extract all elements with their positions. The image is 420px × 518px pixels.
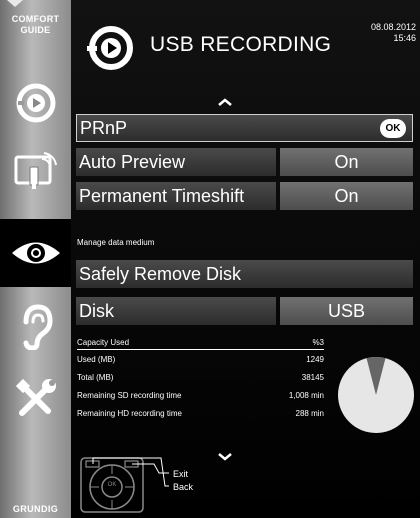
scroll-down-icon[interactable] (217, 452, 233, 462)
usb-record-icon (87, 26, 133, 70)
back-hint: Back (173, 482, 194, 492)
stats-divider (77, 349, 324, 350)
exit-hint: Exit (173, 469, 189, 479)
sidebar-item-media[interactable] (0, 140, 71, 200)
page-title: USB RECORDING (150, 33, 332, 56)
menu-item-prnp[interactable]: PRnP OK (76, 114, 413, 142)
menu-item-permanent-timeshift[interactable]: Permanent Timeshift (76, 182, 276, 210)
brand-logo: GRUNDIG (12, 504, 59, 514)
ear-icon (23, 304, 53, 350)
stat-hd-time: Remaining HD recording time 288 min (77, 409, 324, 418)
media-device-icon (14, 152, 57, 189)
safely-remove-label: Safely Remove Disk (79, 263, 242, 284)
scroll-up-icon[interactable] (217, 97, 233, 107)
comfort-guide-title: COMFORT GUIDE (11, 14, 60, 35)
stat-sd-time: Remaining SD recording time 1,008 min (77, 391, 324, 400)
date-time: 08.08.2012 15:46 (371, 22, 416, 44)
menu-item-disk[interactable]: Disk (76, 297, 276, 325)
date-text: 08.08.2012 (370, 22, 416, 32)
sidebar-item-recording[interactable] (0, 76, 71, 130)
sd-time-value: 1,008 min (288, 391, 324, 400)
stat-used: Used (MB) 1249 (77, 355, 324, 364)
remote-dpad-icon (80, 457, 171, 513)
main-panel: USB RECORDING 08.08.2012 15:46 PRnP OK A… (71, 0, 420, 518)
sd-time-label: Remaining SD recording time (77, 391, 182, 400)
hd-time-label: Remaining HD recording time (77, 409, 182, 418)
dpad-ok-label: OK (107, 482, 117, 488)
usb-recording-logo (85, 22, 133, 79)
capacity-value: %3 (312, 338, 324, 347)
used-label: Used (MB) (77, 355, 116, 364)
stat-total: Total (MB) 38145 (77, 373, 324, 382)
auto-preview-value[interactable]: On (280, 148, 413, 176)
capacity-pie-chart (338, 356, 414, 433)
capacity-label: Capacity Used (77, 338, 130, 347)
hd-time-value: 288 min (295, 409, 324, 418)
ok-button-icon[interactable]: OK (380, 119, 406, 138)
permanent-timeshift-value[interactable]: On (280, 182, 413, 210)
menu-item-safely-remove-disk[interactable]: Safely Remove Disk (76, 260, 413, 288)
record-icon (16, 83, 55, 123)
stat-capacity: Capacity Used %3 (77, 338, 324, 347)
comfort-guide-sidebar: COMFORT GUIDE GRUNDIG (0, 0, 74, 518)
disk-label: Disk (79, 300, 114, 321)
total-label: Total (MB) (77, 373, 114, 382)
used-value: 1249 (306, 355, 324, 364)
sidebar-item-sound[interactable] (0, 298, 71, 356)
disk-value[interactable]: USB (280, 297, 413, 325)
prnp-label: PRnP (80, 117, 128, 138)
tools-icon (15, 378, 56, 416)
usb-recording-screen: COMFORT GUIDE GRUNDIG USB RECORDING 08.0… (0, 0, 420, 518)
total-value: 38145 (301, 373, 324, 382)
time-text: 15:46 (393, 33, 416, 43)
sidebar-tab-marker (7, 0, 23, 7)
permanent-timeshift-label: Permanent Timeshift (79, 185, 245, 206)
remote-nav-hint: OK (79, 456, 171, 518)
sidebar-item-picture[interactable] (0, 223, 71, 283)
menu-item-auto-preview[interactable]: Auto Preview (76, 148, 276, 176)
section-label: Manage data medium (77, 238, 155, 247)
auto-preview-label: Auto Preview (79, 151, 186, 172)
sidebar-item-settings[interactable] (0, 370, 71, 428)
eye-icon (11, 242, 60, 264)
